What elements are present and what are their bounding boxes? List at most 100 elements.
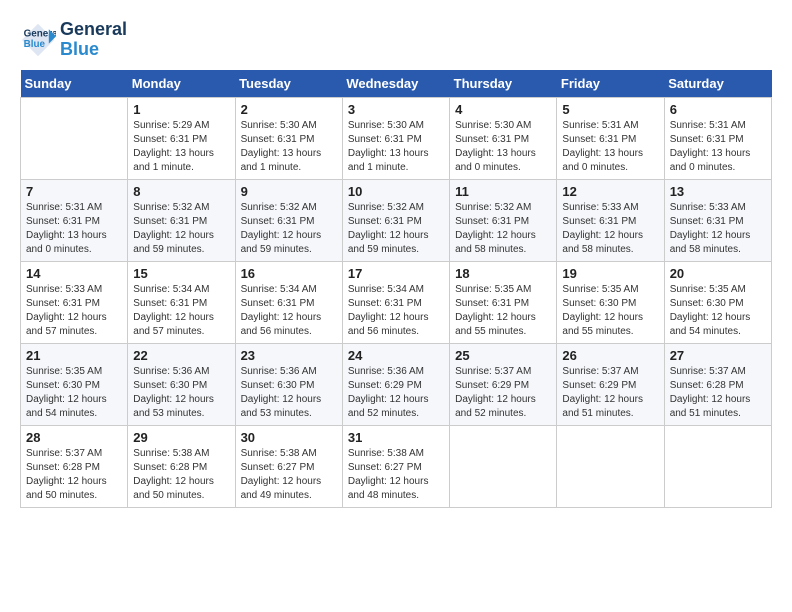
calendar-cell: 28 Sunrise: 5:37 AM Sunset: 6:28 PM Dayli…: [21, 425, 128, 507]
calendar-cell: 2 Sunrise: 5:30 AM Sunset: 6:31 PM Daylig…: [235, 97, 342, 179]
calendar-cell: 20Sunrise: 5:35 AM Sunset: 6:30 PM Dayli…: [664, 261, 771, 343]
day-info: Sunrise: 5:35 AM Sunset: 6:31 PM Dayligh…: [455, 283, 551, 339]
calendar-week-row: 7 Sunrise: 5:31 AM Sunset: 6:31 PM Daylig…: [21, 179, 772, 261]
calendar-cell: 26 Sunrise: 5:37 AM Sunset: 6:29 PM Dayli…: [557, 343, 664, 425]
calendar-cell: [21, 97, 128, 179]
day-info: Sunrise: 5:29 AM Sunset: 6:31 PM Dayligh…: [133, 119, 229, 175]
calendar-cell: 25Sunrise: 5:37 AM Sunset: 6:29 PM Dayli…: [450, 343, 557, 425]
day-number: 21: [26, 348, 122, 363]
day-number: 22: [133, 348, 229, 363]
logo-icon: General Blue: [20, 22, 56, 58]
logo-text: General Blue: [60, 20, 127, 60]
col-monday: Monday: [128, 70, 235, 98]
calendar-cell: 1 Sunrise: 5:29 AM Sunset: 6:31 PM Daylig…: [128, 97, 235, 179]
calendar-week-row: 1 Sunrise: 5:29 AM Sunset: 6:31 PM Daylig…: [21, 97, 772, 179]
day-info: Sunrise: 5:32 AM Sunset: 6:31 PM Dayligh…: [455, 201, 551, 257]
col-sunday: Sunday: [21, 70, 128, 98]
day-info: Sunrise: 5:34 AM Sunset: 6:31 PM Dayligh…: [348, 283, 444, 339]
day-info: Sunrise: 5:32 AM Sunset: 6:31 PM Dayligh…: [133, 201, 229, 257]
day-info: Sunrise: 5:34 AM Sunset: 6:31 PM Dayligh…: [241, 283, 337, 339]
day-info: Sunrise: 5:31 AM Sunset: 6:31 PM Dayligh…: [670, 119, 766, 175]
day-number: 7: [26, 184, 122, 199]
day-number: 19: [562, 266, 658, 281]
calendar-cell: 22 Sunrise: 5:36 AM Sunset: 6:30 PM Dayli…: [128, 343, 235, 425]
day-number: 26: [562, 348, 658, 363]
calendar-cell: 23 Sunrise: 5:36 AM Sunset: 6:30 PM Dayli…: [235, 343, 342, 425]
calendar-cell: 21Sunrise: 5:35 AM Sunset: 6:30 PM Dayli…: [21, 343, 128, 425]
day-number: 4: [455, 102, 551, 117]
day-info: Sunrise: 5:37 AM Sunset: 6:28 PM Dayligh…: [26, 447, 122, 503]
calendar-cell: 6 Sunrise: 5:31 AM Sunset: 6:31 PM Daylig…: [664, 97, 771, 179]
day-number: 6: [670, 102, 766, 117]
calendar-cell: 19 Sunrise: 5:35 AM Sunset: 6:30 PM Dayli…: [557, 261, 664, 343]
day-number: 29: [133, 430, 229, 445]
col-saturday: Saturday: [664, 70, 771, 98]
calendar-cell: 12 Sunrise: 5:33 AM Sunset: 6:31 PM Dayli…: [557, 179, 664, 261]
day-number: 16: [241, 266, 337, 281]
col-friday: Friday: [557, 70, 664, 98]
day-info: Sunrise: 5:37 AM Sunset: 6:29 PM Dayligh…: [562, 365, 658, 421]
day-info: Sunrise: 5:33 AM Sunset: 6:31 PM Dayligh…: [670, 201, 766, 257]
day-number: 13: [670, 184, 766, 199]
calendar-cell: 3 Sunrise: 5:30 AM Sunset: 6:31 PM Daylig…: [342, 97, 449, 179]
calendar-cell: 15 Sunrise: 5:34 AM Sunset: 6:31 PM Dayli…: [128, 261, 235, 343]
day-info: Sunrise: 5:30 AM Sunset: 6:31 PM Dayligh…: [241, 119, 337, 175]
calendar-cell: 16 Sunrise: 5:34 AM Sunset: 6:31 PM Dayli…: [235, 261, 342, 343]
day-info: Sunrise: 5:31 AM Sunset: 6:31 PM Dayligh…: [562, 119, 658, 175]
day-number: 23: [241, 348, 337, 363]
calendar-cell: [450, 425, 557, 507]
day-number: 15: [133, 266, 229, 281]
day-number: 30: [241, 430, 337, 445]
day-info: Sunrise: 5:32 AM Sunset: 6:31 PM Dayligh…: [348, 201, 444, 257]
calendar-cell: [664, 425, 771, 507]
day-number: 3: [348, 102, 444, 117]
day-number: 14: [26, 266, 122, 281]
calendar-cell: 13 Sunrise: 5:33 AM Sunset: 6:31 PM Dayli…: [664, 179, 771, 261]
day-info: Sunrise: 5:32 AM Sunset: 6:31 PM Dayligh…: [241, 201, 337, 257]
day-number: 25: [455, 348, 551, 363]
day-info: Sunrise: 5:36 AM Sunset: 6:30 PM Dayligh…: [133, 365, 229, 421]
day-info: Sunrise: 5:33 AM Sunset: 6:31 PM Dayligh…: [562, 201, 658, 257]
day-info: Sunrise: 5:36 AM Sunset: 6:29 PM Dayligh…: [348, 365, 444, 421]
day-number: 2: [241, 102, 337, 117]
calendar-cell: 30 Sunrise: 5:38 AM Sunset: 6:27 PM Dayli…: [235, 425, 342, 507]
day-info: Sunrise: 5:34 AM Sunset: 6:31 PM Dayligh…: [133, 283, 229, 339]
day-number: 11: [455, 184, 551, 199]
day-number: 31: [348, 430, 444, 445]
day-number: 9: [241, 184, 337, 199]
day-info: Sunrise: 5:38 AM Sunset: 6:27 PM Dayligh…: [241, 447, 337, 503]
calendar-cell: 27Sunrise: 5:37 AM Sunset: 6:28 PM Dayli…: [664, 343, 771, 425]
calendar-cell: 17 Sunrise: 5:34 AM Sunset: 6:31 PM Dayli…: [342, 261, 449, 343]
day-number: 12: [562, 184, 658, 199]
logo: General Blue General Blue: [20, 20, 127, 60]
calendar-cell: 4 Sunrise: 5:30 AM Sunset: 6:31 PM Daylig…: [450, 97, 557, 179]
calendar-cell: 14 Sunrise: 5:33 AM Sunset: 6:31 PM Dayli…: [21, 261, 128, 343]
calendar-week-row: 14 Sunrise: 5:33 AM Sunset: 6:31 PM Dayli…: [21, 261, 772, 343]
day-number: 1: [133, 102, 229, 117]
day-number: 27: [670, 348, 766, 363]
calendar-cell: 7 Sunrise: 5:31 AM Sunset: 6:31 PM Daylig…: [21, 179, 128, 261]
page-header: General Blue General Blue: [20, 20, 772, 60]
calendar-cell: 5 Sunrise: 5:31 AM Sunset: 6:31 PM Daylig…: [557, 97, 664, 179]
day-number: 8: [133, 184, 229, 199]
calendar-cell: [557, 425, 664, 507]
day-info: Sunrise: 5:33 AM Sunset: 6:31 PM Dayligh…: [26, 283, 122, 339]
calendar-cell: 10Sunrise: 5:32 AM Sunset: 6:31 PM Dayli…: [342, 179, 449, 261]
day-number: 24: [348, 348, 444, 363]
day-info: Sunrise: 5:30 AM Sunset: 6:31 PM Dayligh…: [455, 119, 551, 175]
col-wednesday: Wednesday: [342, 70, 449, 98]
day-info: Sunrise: 5:30 AM Sunset: 6:31 PM Dayligh…: [348, 119, 444, 175]
day-info: Sunrise: 5:36 AM Sunset: 6:30 PM Dayligh…: [241, 365, 337, 421]
calendar-cell: 29Sunrise: 5:38 AM Sunset: 6:28 PM Dayli…: [128, 425, 235, 507]
day-info: Sunrise: 5:35 AM Sunset: 6:30 PM Dayligh…: [670, 283, 766, 339]
day-info: Sunrise: 5:35 AM Sunset: 6:30 PM Dayligh…: [562, 283, 658, 339]
day-number: 17: [348, 266, 444, 281]
col-thursday: Thursday: [450, 70, 557, 98]
calendar-cell: 18Sunrise: 5:35 AM Sunset: 6:31 PM Dayli…: [450, 261, 557, 343]
calendar-cell: 9 Sunrise: 5:32 AM Sunset: 6:31 PM Daylig…: [235, 179, 342, 261]
calendar-cell: 24 Sunrise: 5:36 AM Sunset: 6:29 PM Dayli…: [342, 343, 449, 425]
day-number: 28: [26, 430, 122, 445]
svg-text:Blue: Blue: [24, 39, 46, 50]
day-number: 5: [562, 102, 658, 117]
day-info: Sunrise: 5:31 AM Sunset: 6:31 PM Dayligh…: [26, 201, 122, 257]
